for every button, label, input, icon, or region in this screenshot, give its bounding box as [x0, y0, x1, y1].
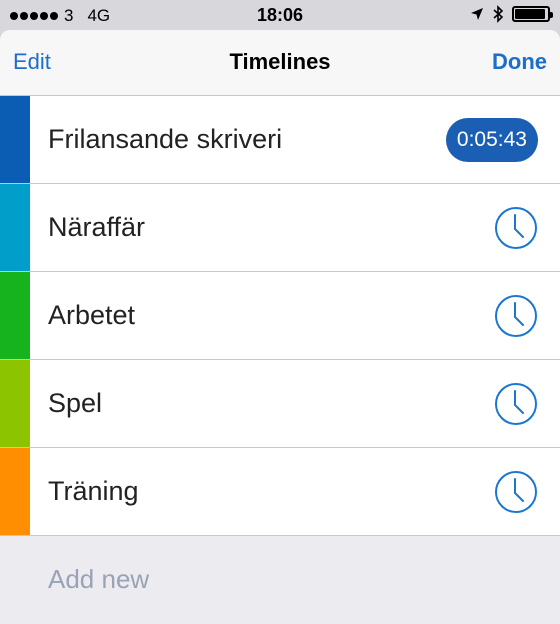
bluetooth-icon — [493, 5, 504, 23]
location-arrow-icon — [471, 8, 483, 20]
edit-button[interactable]: Edit — [13, 49, 51, 75]
timeline-color-bar — [0, 448, 30, 535]
add-new-label[interactable]: Add new — [48, 564, 149, 595]
status-right — [470, 5, 553, 23]
timeline-row[interactable]: Näraffär — [0, 184, 560, 272]
status-bar: 3 4G 18:06 — [0, 0, 560, 30]
timeline-list: Frilansande skriveri 0:05:43 Näraffär Arbet… — [0, 96, 560, 536]
running-timer-badge[interactable]: 0:05:43 — [445, 117, 538, 162]
clock-icon[interactable] — [494, 294, 538, 338]
timeline-label: Träning — [48, 476, 139, 506]
timeline-color-bar — [0, 272, 30, 359]
done-button[interactable]: Done — [492, 49, 547, 75]
timeline-color-bar — [0, 184, 30, 271]
timeline-row[interactable]: Arbetet — [0, 272, 560, 360]
timeline-color-bar — [0, 96, 30, 183]
page-title: Timelines — [229, 49, 331, 74]
timeline-row[interactable]: Träning — [0, 448, 560, 536]
timeline-label: Frilansande skriveri — [48, 124, 283, 154]
battery-icon — [512, 6, 553, 22]
timeline-row[interactable]: Frilansande skriveri 0:05:43 — [0, 96, 560, 184]
clock-icon[interactable] — [494, 206, 538, 250]
timeline-label: Spel — [48, 388, 103, 418]
timeline-color-bar — [0, 360, 30, 447]
battery-fill — [515, 9, 546, 19]
timeline-label: Arbetet — [48, 300, 136, 330]
navigation-bar: Edit Timelines Done — [0, 30, 560, 96]
timeline-label: Näraffär — [48, 212, 146, 242]
clock-icon[interactable] — [494, 470, 538, 514]
add-new-row[interactable]: Add new — [0, 536, 560, 624]
timeline-row[interactable]: Spel — [0, 360, 560, 448]
clock-icon[interactable] — [494, 382, 538, 426]
